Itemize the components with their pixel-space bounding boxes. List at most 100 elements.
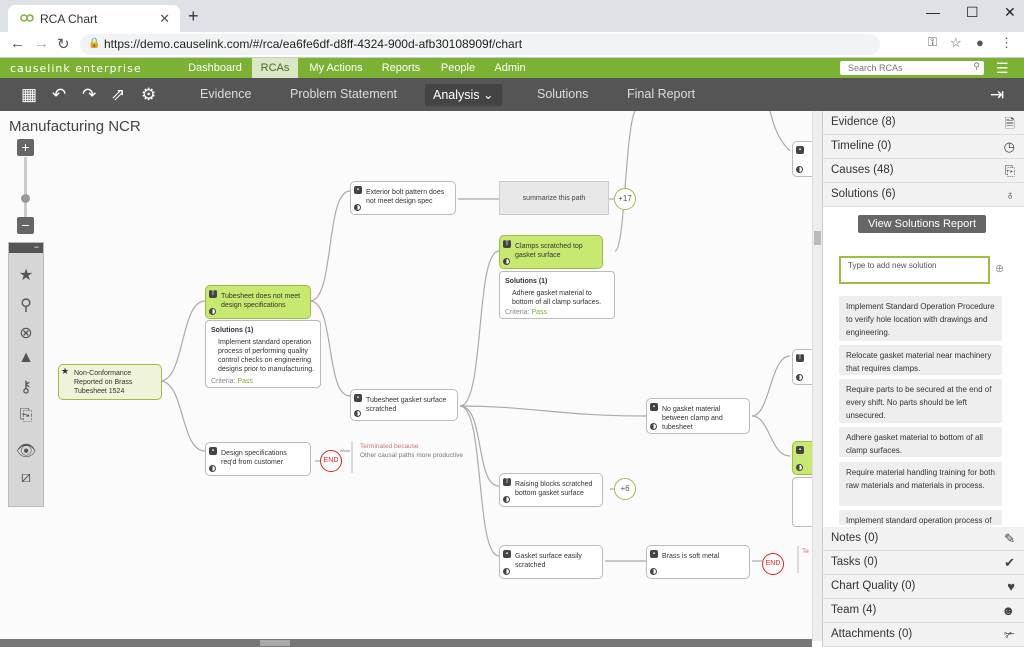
solution-item[interactable]: Relocate gasket material near machinery …: [839, 345, 1002, 375]
solution-item[interactable]: Implement standard operation process of: [839, 510, 1002, 525]
palette-collapse-icon[interactable]: −: [9, 243, 43, 253]
end-marker[interactable]: END: [320, 450, 342, 472]
panel-timeline[interactable]: Timeline (0) ◷: [823, 135, 1024, 159]
browser-tab-strip: RCA Chart ✕ + — ☐ ✕: [0, 0, 1024, 32]
bookmark-star-icon[interactable]: ☆: [950, 35, 962, 51]
panel-solutions[interactable]: Solutions (6) ♁: [823, 183, 1024, 207]
step-analysis-label: Analysis: [433, 88, 480, 102]
exit-icon[interactable]: ⇥: [990, 85, 1004, 105]
menu-reports[interactable]: Reports: [378, 58, 424, 78]
gear-icon[interactable]: ⚙: [141, 85, 156, 105]
panel-label: Attachments (0): [831, 628, 913, 640]
node-text: Exterior bolt pattern does not meet desi…: [366, 189, 445, 205]
grid-icon[interactable]: ▦: [21, 85, 37, 105]
panel-attachments[interactable]: Attachments (0) ✃: [823, 623, 1024, 647]
add-circle-icon[interactable]: ⊕: [995, 262, 1004, 275]
close-window-button[interactable]: ✕: [1004, 4, 1016, 21]
minimize-button[interactable]: —: [926, 4, 940, 20]
panel-evidence[interactable]: Evidence (8) 🗎: [823, 111, 1024, 135]
zoom-knob[interactable]: [21, 194, 30, 203]
chart-toolbar: ▦ ↶ ↷ ⇗ ⚙ Evidence Problem Statement Ana…: [0, 78, 1024, 111]
node-text: Non-Conformance Reported on Brass Tubesh…: [74, 370, 133, 395]
pie-icon: [503, 258, 510, 265]
eye-icon[interactable]: 👁: [16, 441, 36, 461]
zoom-rail[interactable]: [24, 157, 27, 217]
summarize-path-box[interactable]: summarize this path: [499, 181, 609, 215]
solution-text: Adhere gasket material to bottom of all …: [512, 290, 602, 306]
menu-my-actions[interactable]: My Actions: [306, 58, 366, 78]
panel-tasks[interactable]: Tasks (0) ✔: [823, 551, 1024, 575]
view-solutions-report-button[interactable]: View Solutions Report: [858, 215, 986, 233]
panel-causes[interactable]: Causes (48) ⎘: [823, 159, 1024, 183]
panel-label: Tasks (0): [831, 556, 878, 568]
star-icon[interactable]: ★: [16, 265, 36, 285]
reload-icon[interactable]: ↻: [57, 35, 70, 53]
key-icon[interactable]: ⚷: [16, 377, 36, 397]
panel-chart-quality[interactable]: Chart Quality (0) ♥: [823, 575, 1024, 599]
box-type-icon: ▪: [650, 550, 658, 558]
node-text: No gasket material between clamp and tub…: [662, 406, 723, 431]
lightbulb-icon: ♁: [1005, 187, 1015, 202]
maximize-button[interactable]: ☐: [966, 4, 979, 21]
share-icon[interactable]: ⇗: [111, 85, 125, 105]
pie-icon: [650, 423, 657, 430]
step-solutions[interactable]: Solutions: [537, 87, 588, 101]
browser-menu-icon[interactable]: ⋮: [1000, 35, 1013, 51]
canvas-vertical-scrollbar[interactable]: [812, 111, 822, 641]
step-analysis[interactable]: Analysis ⌄: [425, 84, 502, 106]
panel-team[interactable]: Team (4) ☻: [823, 599, 1024, 623]
solutions-box-clamps[interactable]: Solutions (1) Adhere gasket material to …: [499, 271, 615, 319]
solutions-box-tubesheet[interactable]: Solutions (1) Implement standard operati…: [205, 320, 321, 388]
profile-icon[interactable]: ●: [976, 35, 984, 50]
redo-icon[interactable]: ↷: [82, 85, 96, 105]
warning-icon[interactable]: ▲: [16, 349, 36, 367]
close-circle-icon[interactable]: ⊗: [16, 323, 36, 343]
forward-icon[interactable]: →: [34, 35, 49, 52]
url-field[interactable]: 🔒 https://demo.causelink.com/#/rca/ea6fe…: [80, 34, 880, 55]
menu-dashboard[interactable]: Dashboard: [186, 58, 244, 78]
browser-tab[interactable]: RCA Chart ✕: [8, 5, 180, 32]
expand-plus-6[interactable]: +6: [614, 478, 636, 500]
search-rcas-input[interactable]: Search RCAs ⚲: [840, 61, 984, 75]
zoom-in-button[interactable]: +: [17, 139, 34, 156]
solution-item[interactable]: Implement Standard Operation Procedure t…: [839, 296, 1002, 341]
undo-icon[interactable]: ↶: [52, 85, 66, 105]
menu-admin[interactable]: Admin: [490, 58, 530, 78]
close-tab-icon[interactable]: ✕: [159, 11, 170, 27]
solutions-header: Solutions (1): [505, 278, 548, 285]
zoom-out-button[interactable]: −: [17, 217, 34, 234]
step-evidence[interactable]: Evidence: [200, 87, 251, 101]
paperclip-icon: ✃: [1004, 627, 1015, 642]
expand-plus-17[interactable]: +17: [614, 188, 636, 210]
clock-icon: ◷: [1003, 139, 1015, 154]
panel-label: Team (4): [831, 604, 877, 616]
solution-item[interactable]: Adhere gasket material to bottom of all …: [839, 427, 1002, 457]
solution-item[interactable]: Require parts to be secured at the end o…: [839, 379, 1002, 423]
hscroll-thumb[interactable]: [260, 640, 290, 646]
step-problem-statement[interactable]: Problem Statement: [290, 87, 397, 101]
menu-rcas[interactable]: RCAs: [252, 58, 298, 78]
end-marker-2[interactable]: END: [762, 553, 784, 575]
pie-icon: [650, 568, 657, 575]
search-icon[interactable]: ⚲: [16, 295, 36, 315]
new-solution-input[interactable]: Type to add new solution: [839, 256, 990, 284]
canvas-horizontal-scrollbar[interactable]: [0, 639, 812, 647]
tree-icon[interactable]: ⎘: [16, 407, 36, 425]
back-icon[interactable]: ←: [10, 35, 25, 52]
panel-notes[interactable]: Notes (0) ✎: [823, 527, 1024, 551]
zoom-control: + −: [17, 139, 34, 235]
criteria-label: Criteria:: [211, 378, 236, 385]
diagonal-line-icon[interactable]: ⧄: [16, 469, 36, 487]
solution-item[interactable]: Require material handling training for b…: [839, 462, 1002, 506]
t-type-icon: T: [796, 354, 804, 362]
key-icon[interactable]: ⚿: [928, 35, 937, 50]
new-tab-button[interactable]: +: [188, 6, 199, 27]
menu-people[interactable]: People: [436, 58, 480, 78]
solutions-box-partial[interactable]: [792, 477, 812, 527]
hamburger-menu-icon[interactable]: ☰: [996, 60, 1009, 77]
scroll-thumb[interactable]: [814, 231, 821, 245]
step-final-report[interactable]: Final Report: [627, 87, 695, 101]
brand-logo: causelink enterprise: [10, 62, 142, 75]
pie-icon: [503, 568, 510, 575]
rca-chart-canvas[interactable]: Manufacturing NCR + − − ★ ⚲ ⊗ ▲ ⚷ ⎘ 👁 ⧄ …: [0, 111, 812, 641]
